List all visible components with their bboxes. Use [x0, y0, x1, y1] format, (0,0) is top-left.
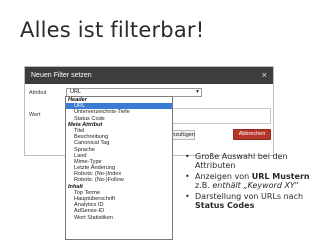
bullet-text-italic: enthält „Keyword XY" [212, 180, 299, 190]
close-icon[interactable]: × [262, 67, 267, 84]
cancel-button[interactable]: Abbrechen [233, 129, 271, 140]
attribute-dropdown-list[interactable]: Header URL Unterverzeichnis-Tiefe Status… [65, 96, 173, 240]
bullet-list: • Große Auswahl bei den Attributen • Anz… [183, 152, 318, 214]
bullet-dot-icon: • [185, 172, 190, 182]
attribute-select-value: URL [70, 89, 82, 95]
chevron-down-icon: ▼ [195, 89, 200, 95]
slide-title: Alles ist filterbar! [20, 18, 205, 42]
dialog-header: Neuen Filter setzen × [25, 67, 273, 84]
bullet-text-bold: Status Codes [195, 200, 255, 210]
attribute-label: Attribut [29, 90, 47, 96]
bullet-text: Große Auswahl bei den Attributen [195, 152, 288, 170]
bullet-text: z.B. [195, 180, 213, 190]
bullet-item: • Darstellung von URLs nach Status Codes [183, 193, 318, 210]
bullet-item: • Anzeigen von URL Mustern z.B. enthält … [183, 172, 318, 190]
value-label: Wert [29, 112, 41, 118]
bullet-dot-icon: • [185, 192, 190, 202]
bullet-item: • Große Auswahl bei den Attributen [183, 152, 318, 170]
dialog-title: Neuen Filter setzen [31, 72, 92, 79]
bullet-dot-icon: • [185, 152, 190, 161]
dropdown-option[interactable]: Wort Statistiken [66, 215, 172, 221]
